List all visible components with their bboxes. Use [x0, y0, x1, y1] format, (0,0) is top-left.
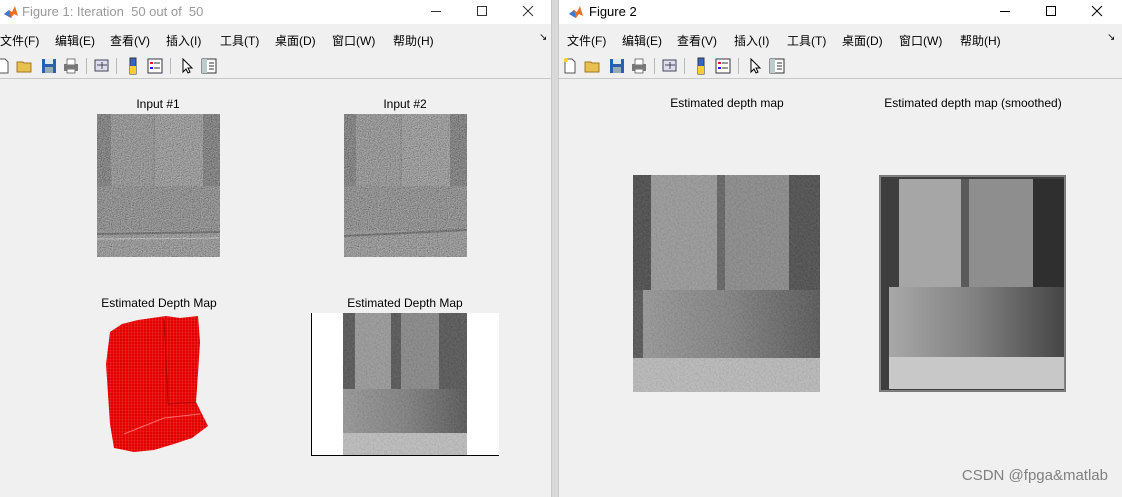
open-folder-icon[interactable] — [584, 57, 602, 75]
smoothed-depth-map-title: Estimated depth map (smoothed) — [884, 96, 1062, 110]
new-file-icon[interactable] — [0, 57, 12, 75]
figure2-titlebar[interactable]: Figure 2 — [559, 0, 1122, 24]
toolbar-separator — [170, 58, 171, 74]
save-icon[interactable] — [608, 57, 626, 75]
menu-help[interactable]: 帮助(H) — [960, 32, 1001, 49]
menu-file[interactable]: 文件(F) — [567, 32, 606, 49]
depth3d-mesh-plot — [106, 316, 208, 452]
new-file-icon[interactable] — [561, 57, 579, 75]
menu-insert[interactable]: 插入(I) — [734, 32, 769, 49]
input2-image — [344, 114, 467, 257]
figure2-title: Figure 2 — [589, 4, 637, 19]
legend-icon[interactable] — [714, 57, 732, 75]
pointer-icon[interactable] — [178, 57, 196, 75]
smoothed-depth-map-image — [879, 175, 1066, 392]
print-icon[interactable] — [62, 57, 80, 75]
menu-tools[interactable]: 工具(T) — [220, 32, 259, 49]
figure1-title: Figure 1: Iteration 50 out of 50 — [22, 4, 204, 19]
minimize-icon — [431, 11, 441, 12]
link-plot-icon[interactable] — [93, 57, 111, 75]
input2-title: Input #2 — [383, 97, 427, 111]
link-plot-icon[interactable] — [661, 57, 679, 75]
close-button[interactable] — [506, 0, 551, 24]
matlab-logo-icon — [569, 6, 583, 18]
menu-help[interactable]: 帮助(H) — [393, 32, 434, 49]
maximize-button[interactable] — [1029, 0, 1075, 24]
input1-title: Input #1 — [136, 97, 180, 111]
colorbar-icon[interactable] — [124, 57, 142, 75]
menu-file[interactable]: 文件(F) — [0, 32, 39, 49]
input1-image — [97, 114, 220, 257]
toolbar-separator — [654, 58, 655, 74]
menu-dock-arrow-icon[interactable]: ↘ — [539, 32, 547, 43]
print-icon[interactable] — [630, 57, 648, 75]
figure1-menubar: 文件(F) 编辑(E) 查看(V) 插入(I) 工具(T) 桌面(D) 窗口(W… — [0, 28, 551, 50]
menu-window[interactable]: 窗口(W) — [899, 32, 942, 49]
maximize-button[interactable] — [460, 0, 506, 24]
menu-view[interactable]: 查看(V) — [110, 32, 150, 49]
save-icon[interactable] — [40, 57, 58, 75]
toolbar-separator — [684, 58, 685, 74]
menu-tools[interactable]: 工具(T) — [787, 32, 826, 49]
matlab-logo-icon — [4, 6, 18, 18]
depth3d-title: Estimated Depth Map — [101, 296, 217, 310]
menu-edit[interactable]: 编辑(E) — [55, 32, 95, 49]
open-folder-icon[interactable] — [16, 57, 34, 75]
figure1-window: Figure 1: Iteration 50 out of 50 文件(F) 编… — [0, 0, 552, 497]
menu-window[interactable]: 窗口(W) — [332, 32, 375, 49]
toolbar-separator — [116, 58, 117, 74]
menu-insert[interactable]: 插入(I) — [166, 32, 201, 49]
figure1-titlebar[interactable]: Figure 1: Iteration 50 out of 50 — [0, 0, 551, 24]
figure2-window: Figure 2 文件(F) 编辑(E) 查看(V) 插入(I) 工具(T) 桌… — [558, 0, 1122, 497]
maximize-icon — [477, 6, 487, 16]
depth-map-image — [633, 175, 820, 392]
minimize-button[interactable] — [414, 0, 460, 24]
colorbar-icon[interactable] — [692, 57, 710, 75]
minimize-icon — [1000, 11, 1010, 12]
maximize-icon — [1046, 6, 1056, 16]
close-icon — [1091, 5, 1103, 17]
legend-icon[interactable] — [146, 57, 164, 75]
toolbar-separator — [738, 58, 739, 74]
menu-desktop[interactable]: 桌面(D) — [275, 32, 316, 49]
depth2d-plot — [311, 313, 499, 456]
menu-desktop[interactable]: 桌面(D) — [842, 32, 883, 49]
depth-map-title: Estimated depth map — [670, 96, 784, 110]
watermark-text: CSDN @fpga&matlab — [961, 467, 1108, 484]
menu-edit[interactable]: 编辑(E) — [622, 32, 662, 49]
toolbar-separator — [86, 58, 87, 74]
figure2-toolbar — [559, 53, 1122, 79]
figure1-toolbar — [0, 53, 551, 79]
depth2d-title: Estimated Depth Map — [347, 296, 463, 310]
close-icon — [522, 5, 534, 17]
figure2-menubar: 文件(F) 编辑(E) 查看(V) 插入(I) 工具(T) 桌面(D) 窗口(W… — [559, 28, 1122, 50]
close-button[interactable] — [1075, 0, 1121, 24]
property-editor-icon[interactable] — [200, 57, 218, 75]
menu-dock-arrow-icon[interactable]: ↘ — [1107, 32, 1115, 43]
menu-view[interactable]: 查看(V) — [677, 32, 717, 49]
pointer-icon[interactable] — [746, 57, 764, 75]
minimize-button[interactable] — [983, 0, 1029, 24]
property-editor-icon[interactable] — [768, 57, 786, 75]
